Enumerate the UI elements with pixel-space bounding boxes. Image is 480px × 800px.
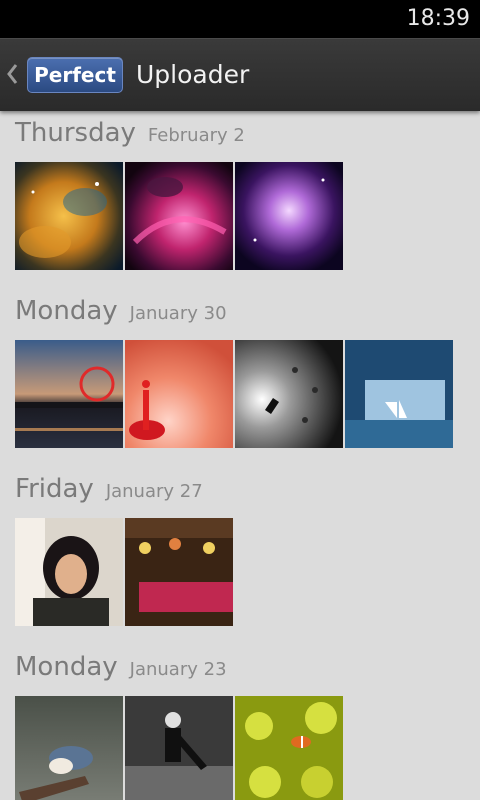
- day-header: Thursday February 2: [15, 118, 245, 152]
- orion-nebula-photo[interactable]: [235, 162, 343, 270]
- action-bar: Perfect Uploader: [0, 38, 480, 111]
- day-date: January 27: [105, 481, 203, 502]
- day-date: January 30: [129, 303, 227, 324]
- day-name: Monday: [15, 296, 118, 326]
- chevron-left-icon[interactable]: [4, 59, 20, 89]
- status-time: 18:39: [406, 6, 470, 31]
- photo-timeline: Thursday February 2 Monday January 30 Fr…: [0, 110, 480, 800]
- day-name: Thursday: [15, 118, 136, 148]
- nuthatch-bird-photo[interactable]: [15, 696, 123, 800]
- app-logo[interactable]: Perfect: [27, 57, 123, 93]
- app-title: Uploader: [136, 60, 250, 89]
- day-date: January 23: [129, 659, 227, 680]
- day-header: Friday January 27: [15, 474, 203, 508]
- day-name: Monday: [15, 652, 118, 682]
- dancers-bw-photo[interactable]: [125, 696, 233, 800]
- day-header: Monday January 23: [15, 652, 227, 686]
- day-name: Friday: [15, 474, 94, 504]
- pier-ferris-wheel-photo[interactable]: [15, 340, 123, 448]
- day-date: February 2: [147, 125, 245, 146]
- day-header: Monday January 30: [15, 296, 227, 330]
- diver-bw-photo[interactable]: [235, 340, 343, 448]
- nebula-orange-photo[interactable]: [15, 162, 123, 270]
- status-bar: 18:39: [0, 0, 480, 38]
- clownfish-anemone-photo[interactable]: [235, 696, 343, 800]
- red-water-drop-photo[interactable]: [125, 340, 233, 448]
- nebula-magenta-photo[interactable]: [125, 162, 233, 270]
- shop-front-photo[interactable]: [125, 518, 233, 626]
- woman-portrait-photo[interactable]: [15, 518, 123, 626]
- ice-arch-sailboat-photo[interactable]: [345, 340, 453, 448]
